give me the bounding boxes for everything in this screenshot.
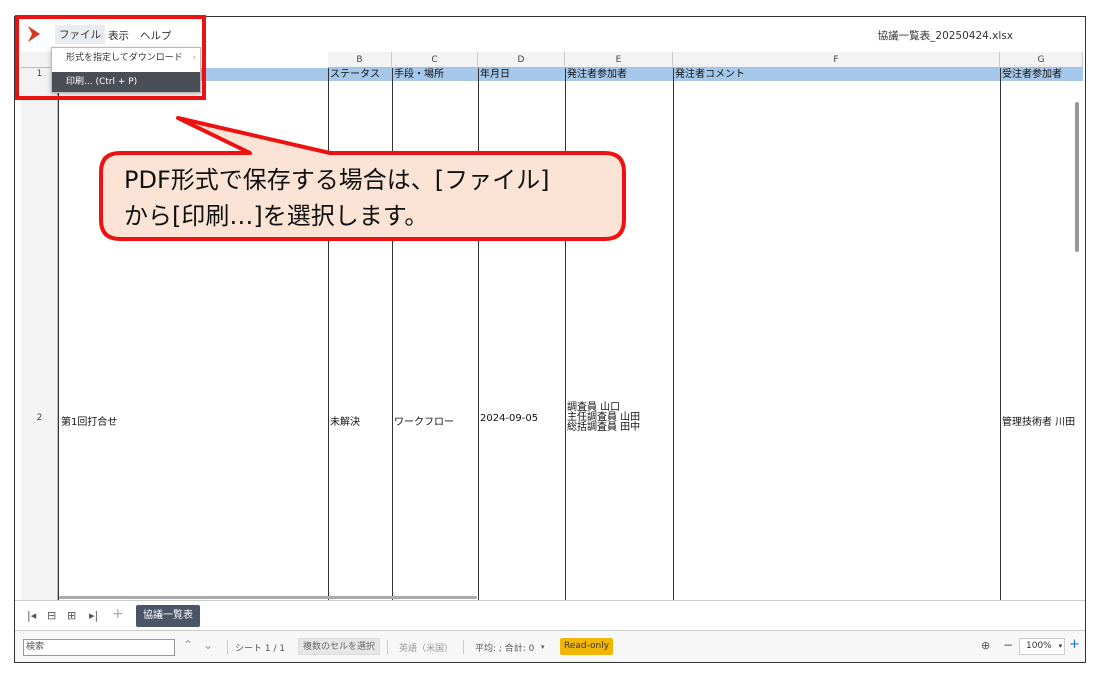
callout-line-1: PDF形式で保存する場合は、[ファイル] — [124, 166, 550, 194]
callout-text: PDF形式で保存する場合は、[ファイル] から[印刷…]を選択します。 — [124, 162, 604, 234]
callout-bubble — [99, 116, 626, 241]
callout-line-2: から[印刷…]を選択します。 — [124, 202, 429, 230]
